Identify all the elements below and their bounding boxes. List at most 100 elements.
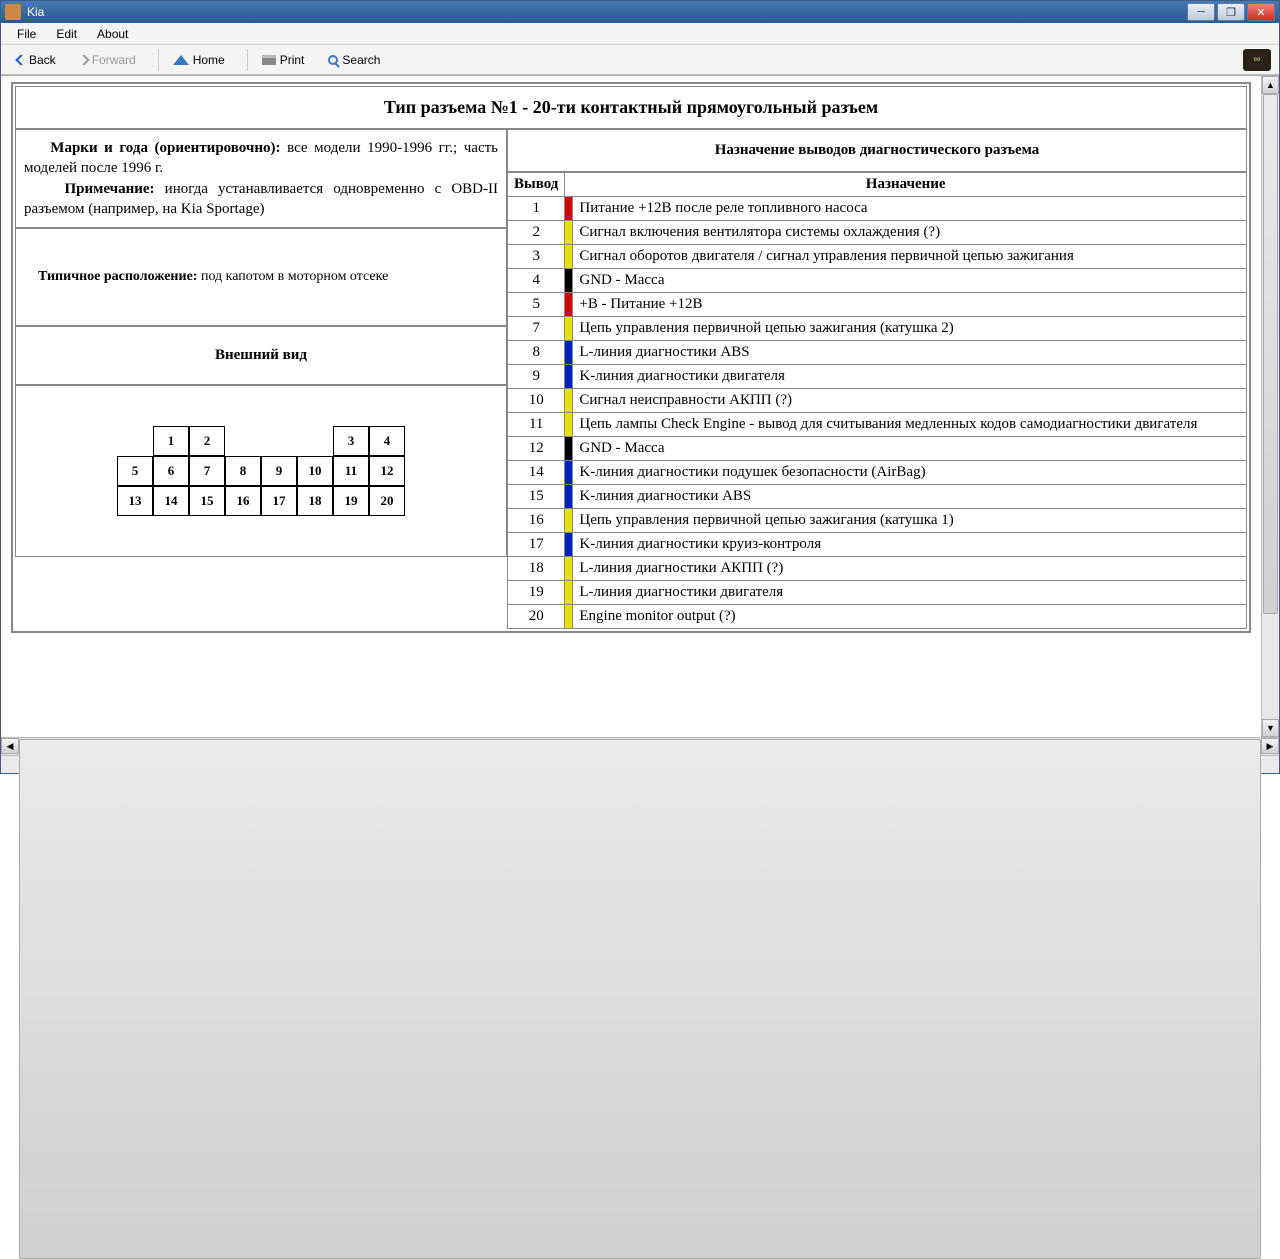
pin-desc-cell: K-линия диагностики подушек безопасности… [573,461,1247,485]
pin-table-title: Назначение выводов диагностического разъ… [507,129,1247,172]
back-icon [15,54,26,65]
horizontal-scrollbar[interactable]: ◀ ▶ [1,737,1279,755]
menu-edit[interactable]: Edit [46,25,87,43]
menu-about[interactable]: About [87,25,138,43]
scroll-up-button[interactable]: ▲ [1262,76,1279,94]
pin-color-cell [565,245,573,269]
pin-number-cell: 20 [508,605,565,629]
home-button[interactable]: Home [165,50,233,70]
connector-pin-cell: 13 [117,486,153,516]
connector-pin-cell: 8 [225,456,261,486]
connector-pin-cell: 7 [189,456,225,486]
note-label: Примечание: [64,181,154,197]
table-row: 10 Сигнал неисправности АКПП (?) [508,389,1247,413]
connector-pin-cell: 2 [189,426,225,456]
content-area: Тип разъема №1 - 20-ти контактный прямоу… [1,75,1279,737]
toolbar: Back Forward Home Print Search ∞ [1,45,1279,75]
table-row: 19 L-линия диагностики двигателя [508,581,1247,605]
pin-desc-cell: L-линия диагностики двигателя [573,581,1247,605]
pin-desc-cell: Цепь лампы Check Engine - вывод для счит… [573,413,1247,437]
connector-pin-cell: 14 [153,486,189,516]
pin-number-cell: 17 [508,533,565,557]
table-header-row: Вывод Назначение [508,173,1247,197]
pin-number-cell: 7 [508,317,565,341]
back-button[interactable]: Back [9,50,64,70]
page-title: Тип разъема №1 - 20-ти контактный прямоу… [15,86,1247,129]
scroll-thumb[interactable] [1263,94,1278,614]
print-button[interactable]: Print [254,50,313,70]
pin-desc-cell: Сигнал неисправности АКПП (?) [573,389,1247,413]
pin-desc-cell: +B - Питание +12В [573,293,1247,317]
scroll-track-h[interactable] [19,738,1261,755]
table-row: 4GND - Масса [508,269,1247,293]
minimize-button[interactable] [1187,3,1215,21]
pin-desc-cell: Питание +12В после реле топливного насос… [573,197,1247,221]
two-column-layout: Марки и года (ориентировочно): все модел… [15,129,1247,629]
connector-pin-cell: 4 [369,426,405,456]
pin-desc-cell: Engine monitor output (?) [573,605,1247,629]
pin-desc-cell: K-линия диагностики круиз-контроля [573,533,1247,557]
table-row: 11 Цепь лампы Check Engine - вывод для сч… [508,413,1247,437]
window-controls [1185,3,1275,21]
pin-desc-cell: L-линия диагностики АКПП (?) [573,557,1247,581]
maximize-button[interactable] [1217,3,1245,21]
connector-pin-cell [261,426,297,456]
app-window: Kia File Edit About Back Forward Home Pr… [0,0,1280,774]
pin-assignment-table: Вывод Назначение 1Питание +12В после рел… [507,172,1247,629]
content-scroll[interactable]: Тип разъема №1 - 20-ти контактный прямоу… [1,76,1261,737]
pin-number-cell: 19 [508,581,565,605]
table-row: 5 +B - Питание +12В [508,293,1247,317]
table-row: 16Цепь управления первичной цепью зажига… [508,509,1247,533]
scroll-left-button[interactable]: ◀ [1,738,19,754]
location-box: Типичное расположение: под капотом в мот… [15,228,507,326]
table-row: 14 K-линия диагностики подушек безопаснос… [508,461,1247,485]
pin-desc-cell: K-линия диагностики двигателя [573,365,1247,389]
vertical-scrollbar[interactable]: ▲ ▼ [1261,76,1279,737]
scroll-thumb-h[interactable] [19,739,1261,1259]
location-label: Типичное расположение: [38,269,197,284]
pin-number-cell: 16 [508,509,565,533]
pin-number-cell: 14 [508,461,565,485]
brand-logo-icon: ∞ [1243,49,1271,71]
pin-color-cell [565,605,573,629]
pin-number-cell: 8 [508,341,565,365]
appearance-header: Внешний вид [15,326,507,385]
pin-number-cell: 9 [508,365,565,389]
col-desc-header: Назначение [565,173,1247,197]
scroll-down-button[interactable]: ▼ [1262,719,1279,737]
pin-desc-cell: L-линия диагностики ABS [573,341,1247,365]
pin-number-cell: 3 [508,245,565,269]
menu-file[interactable]: File [7,25,46,43]
search-button[interactable]: Search [320,50,388,70]
table-row: 15K-линия диагностики ABS [508,485,1247,509]
menubar: File Edit About [1,23,1279,45]
search-label: Search [342,53,380,67]
pin-color-cell [565,389,573,413]
pin-color-cell [565,509,573,533]
toolbar-separator [247,49,248,71]
pin-color-cell [565,365,573,389]
forward-button[interactable]: Forward [72,50,144,70]
connector-pin-cell: 17 [261,486,297,516]
connector-pin-cell: 9 [261,456,297,486]
connector-pin-cell: 15 [189,486,225,516]
scroll-right-button[interactable]: ▶ [1261,738,1279,754]
connector-pin-cell: 20 [369,486,405,516]
pin-number-cell: 11 [508,413,565,437]
close-button[interactable] [1247,3,1275,21]
pin-color-cell [565,557,573,581]
connector-pin-cell: 11 [333,456,369,486]
connector-pin-cell: 1 [153,426,189,456]
table-row: 3Сигнал оборотов двигателя / сигнал упра… [508,245,1247,269]
connector-grid: 1234567891011121314151617181920 [117,426,405,516]
pin-desc-cell: K-линия диагностики ABS [573,485,1247,509]
pin-number-cell: 5 [508,293,565,317]
table-row: 2 Сигнал включения вентилятора системы ох… [508,221,1247,245]
toolbar-separator [158,49,159,71]
pin-number-cell: 2 [508,221,565,245]
window-title: Kia [27,5,1185,19]
scroll-track[interactable] [1262,94,1279,719]
pin-number-cell: 10 [508,389,565,413]
pin-desc-cell: Сигнал включения вентилятора системы охл… [573,221,1247,245]
connector-diagram: 1234567891011121314151617181920 [15,385,507,557]
